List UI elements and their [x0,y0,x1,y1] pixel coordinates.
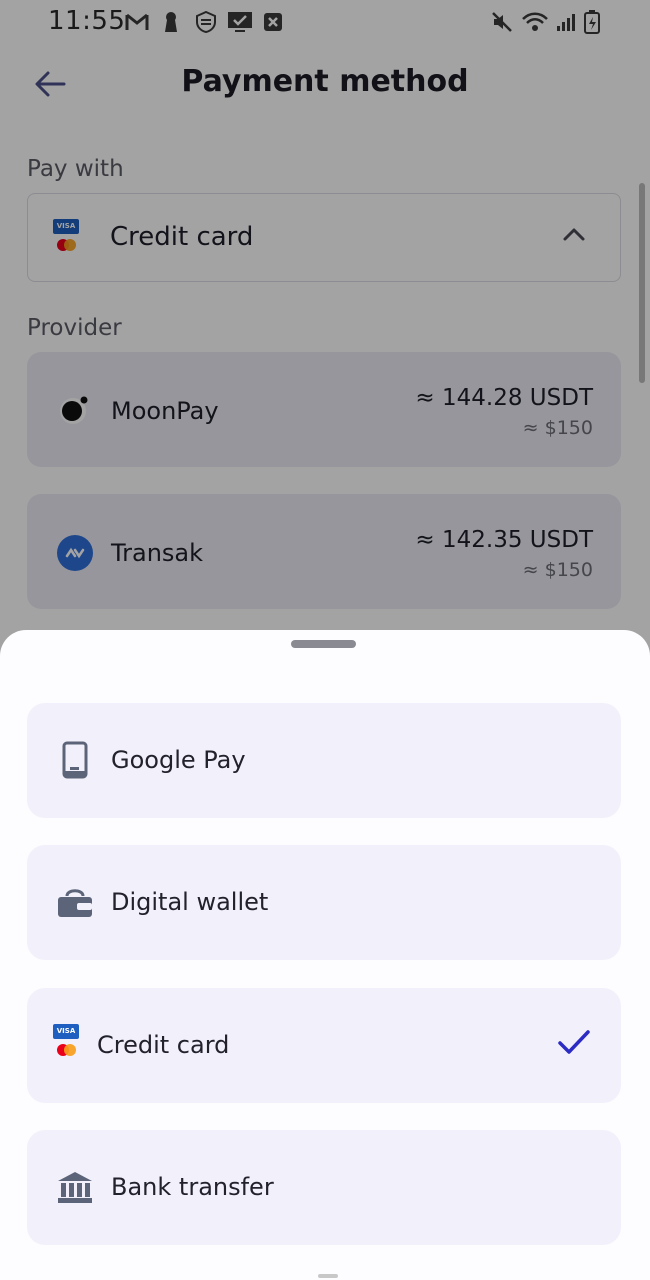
option-credit-card[interactable]: VISA Credit card [27,988,621,1103]
option-digital-wallet[interactable]: Digital wallet [27,845,621,960]
navigation-hint [318,1274,338,1278]
phone-icon [57,741,93,779]
checkmark-icon [557,1028,591,1060]
payment-method-sheet: Google Pay Digital wallet VISA Credit ca… [0,630,650,1280]
option-label: Bank transfer [111,1173,274,1201]
option-google-pay[interactable]: Google Pay [27,703,621,818]
option-label: Google Pay [111,746,246,774]
bank-icon [57,1168,93,1206]
sheet-drag-handle[interactable] [291,640,356,648]
option-bank-transfer[interactable]: Bank transfer [27,1130,621,1245]
credit-card-icon: VISA [53,1024,81,1056]
wallet-icon [57,883,93,921]
option-label: Digital wallet [111,888,269,916]
option-label: Credit card [97,1031,230,1059]
